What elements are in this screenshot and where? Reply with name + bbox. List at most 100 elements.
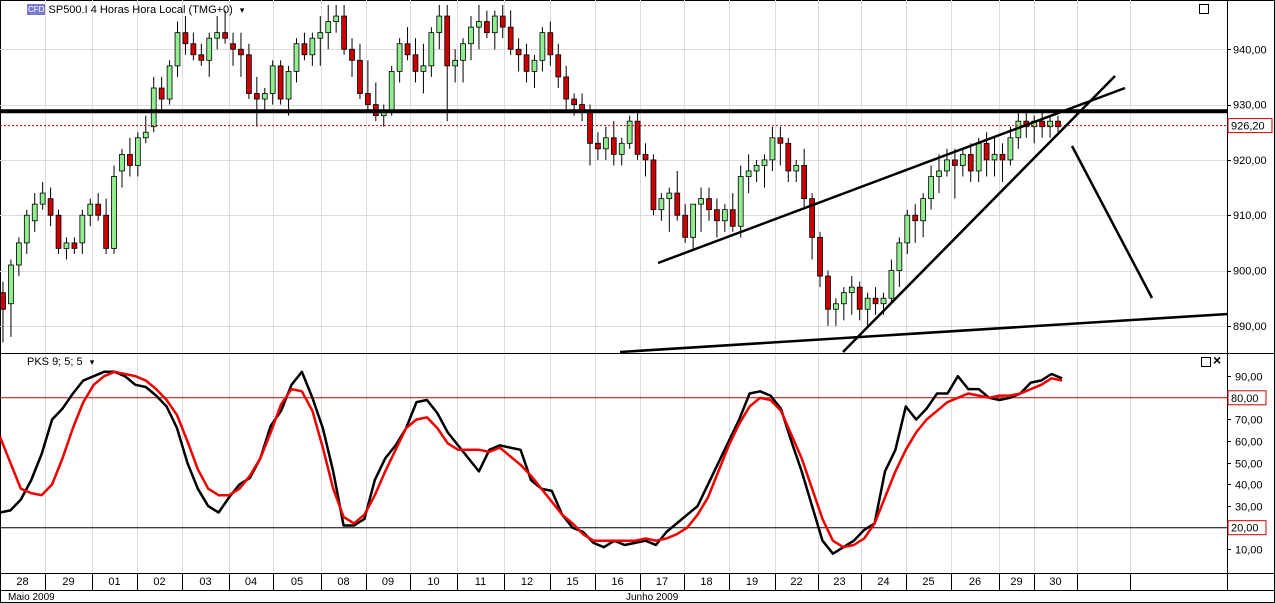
candle [63, 237, 70, 260]
candle [682, 204, 689, 243]
candle-body [785, 142, 792, 172]
day-tick-label: 03 [199, 576, 211, 588]
trendline [842, 75, 1116, 353]
candle-body [595, 142, 601, 150]
candle-body [253, 93, 260, 100]
candle-body [468, 26, 474, 45]
candle-body [825, 275, 831, 310]
candle-body [261, 93, 268, 100]
day-tick-label: 12 [521, 576, 533, 588]
candle-body [650, 159, 657, 211]
candle [174, 21, 181, 77]
main-chart-header[interactable]: CFD SP500.I 4 Horas Hora Local (TMG+0) ▾ [27, 4, 244, 16]
day-tick-label: 24 [877, 576, 889, 588]
candle [714, 198, 720, 238]
candle [618, 137, 625, 166]
candle-body [761, 159, 768, 166]
candle-body [55, 214, 62, 249]
candle [301, 32, 308, 61]
candle-body [983, 142, 990, 161]
indicator-maximize-icon[interactable] [1201, 357, 1211, 367]
candle-body [634, 120, 641, 155]
candle-body [626, 120, 633, 144]
candle [190, 32, 197, 61]
candle-body [531, 59, 538, 72]
candle [357, 43, 363, 100]
candle-body [214, 32, 221, 39]
close-icon[interactable]: × [1213, 352, 1221, 368]
candle-body [602, 137, 609, 150]
chevron-down-icon[interactable]: ▾ [90, 357, 95, 367]
maximize-icon[interactable] [1199, 4, 1209, 14]
candle-body [872, 297, 879, 305]
candle-body [642, 153, 649, 161]
candle [674, 170, 681, 221]
candle [134, 132, 141, 177]
trendline [657, 86, 1126, 265]
candle-body [618, 142, 625, 155]
candle-body [555, 54, 562, 78]
candle [404, 27, 411, 61]
candle-body [0, 292, 6, 310]
day-tick-label: 08 [337, 576, 349, 588]
oversold-label: 20,00 [1231, 523, 1259, 535]
candle [999, 143, 1006, 183]
cfd-badge: CFD [27, 4, 46, 15]
candle-body [936, 170, 942, 177]
candle-body [952, 159, 958, 166]
candle [721, 204, 728, 232]
candle-body [801, 165, 808, 200]
candle-body [404, 43, 411, 56]
candle-body [166, 65, 173, 100]
candle [904, 209, 911, 254]
candle-body [158, 87, 165, 100]
candle [1039, 110, 1045, 138]
candle-body [269, 65, 276, 94]
day-tick-label: 23 [833, 576, 845, 588]
candle [333, 5, 340, 33]
candle [967, 143, 974, 183]
indicator-tick-label: 90,00 [1235, 372, 1263, 384]
candle-body [777, 137, 784, 144]
chevron-down-icon[interactable]: ▾ [240, 5, 245, 15]
candle-body [706, 198, 712, 211]
candle-body [959, 153, 966, 166]
candle [896, 237, 903, 288]
stoch-k-line [0, 370, 1063, 555]
candle [238, 32, 244, 77]
candle [71, 237, 78, 254]
candle-body [817, 236, 823, 277]
candle [103, 198, 109, 254]
day-tick-label: 30 [1049, 576, 1061, 588]
candle-body [111, 176, 117, 249]
candle [8, 259, 14, 337]
candle-body [999, 153, 1006, 161]
candle [1055, 115, 1061, 133]
chart-title: SP500.I 4 Horas Hora Local (TMG+0) [48, 4, 233, 16]
candle-body [563, 76, 570, 100]
candle-body [666, 192, 673, 200]
candle [230, 32, 236, 66]
candle-body [698, 198, 704, 205]
chart-canvas[interactable]: 28 29 01 02 03 04 05 08 09 10 11 12 15 16 17 18 19 22 23 24… [0, 0, 1275, 603]
candle [317, 16, 324, 66]
candle [349, 38, 355, 77]
candle-body [674, 192, 681, 216]
candle [848, 276, 855, 315]
day-tick-label: 25 [922, 576, 934, 588]
day-tick-label: 29 [1010, 576, 1022, 588]
candle-body [714, 209, 720, 222]
trendline [1070, 145, 1154, 299]
candle [452, 49, 459, 83]
candle-body [912, 214, 919, 222]
candle [539, 27, 546, 72]
candle [920, 193, 927, 238]
day-tick-label: 04 [245, 576, 257, 588]
candle-body [222, 32, 228, 39]
candle-body [864, 297, 871, 310]
candle [309, 32, 316, 66]
candle [753, 159, 760, 183]
candle-body [856, 286, 863, 310]
indicator-header[interactable]: PKS 9; 5; 5 ▾ [27, 356, 94, 368]
candle [269, 60, 276, 105]
